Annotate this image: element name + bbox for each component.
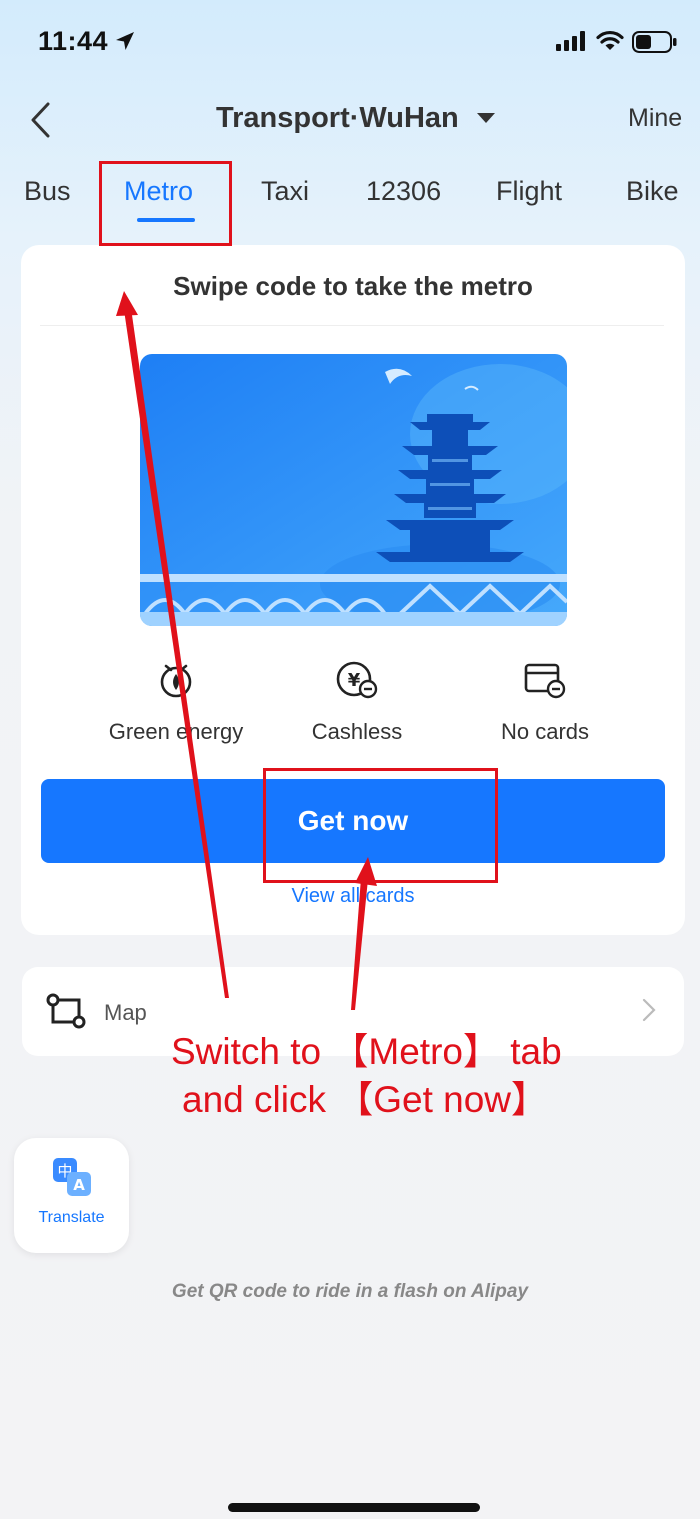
nav-bar: Transport·WuHan Mine xyxy=(0,90,700,150)
feature-no-cards: No cards xyxy=(455,655,635,745)
tab-bus[interactable]: Bus xyxy=(24,176,71,207)
view-all-cards-link[interactable]: View all cards xyxy=(21,885,685,908)
feature-cashless: ¥ Cashless xyxy=(267,655,447,745)
location-arrow-icon xyxy=(116,32,134,50)
status-bar: 11:44 xyxy=(0,0,700,84)
chevron-left-icon xyxy=(31,102,50,138)
tab-taxi[interactable]: Taxi xyxy=(261,176,309,207)
annotation-highlight-get-now xyxy=(263,768,498,883)
map-label: Map xyxy=(104,1000,147,1025)
svg-text:A: A xyxy=(73,1176,85,1194)
card-title: Swipe code to take the metro xyxy=(173,271,533,301)
feature-label: No cards xyxy=(500,719,590,744)
battery-icon xyxy=(632,31,677,53)
footer-tagline: Get QR code to ride in a flash on Alipay xyxy=(171,1281,529,1302)
tab-bike[interactable]: Bike xyxy=(626,176,679,207)
caret-down-icon[interactable] xyxy=(477,113,495,123)
city-selector-title[interactable]: Transport·WuHan xyxy=(216,102,459,135)
svg-text:¥: ¥ xyxy=(348,670,361,691)
tab-12306[interactable]: 12306 xyxy=(366,176,441,207)
yellow-crane-tower-illustration xyxy=(140,354,567,626)
translate-button[interactable]: 中 A Translate xyxy=(14,1138,129,1253)
feature-label: Cashless xyxy=(311,719,403,744)
annotation-highlight-metro-tab xyxy=(99,161,232,246)
card-icon xyxy=(524,663,566,699)
tab-flight[interactable]: Flight xyxy=(496,176,562,207)
card-divider xyxy=(40,325,664,326)
annotation-instruction-line1: Switch to 【Metro】 tab xyxy=(171,1031,562,1072)
translate-icon: 中 A xyxy=(53,1158,91,1196)
feature-green-energy: Green energy xyxy=(86,655,266,745)
translate-label: Translate xyxy=(38,1209,105,1226)
mine-link[interactable]: Mine xyxy=(628,104,682,133)
annotation-instruction-line2: and click 【Get now】 xyxy=(182,1079,549,1120)
cellular-signal-icon xyxy=(556,31,585,51)
feature-label: Green energy xyxy=(108,719,244,744)
back-button[interactable] xyxy=(22,98,58,142)
wifi-icon xyxy=(596,30,624,50)
metro-banner-image xyxy=(140,354,567,626)
home-indicator xyxy=(228,1503,480,1512)
chevron-right-icon xyxy=(642,998,656,1022)
yuan-coin-icon: ¥ xyxy=(336,661,378,699)
status-time: 11:44 xyxy=(38,26,109,56)
leaf-icon xyxy=(160,664,192,698)
route-map-icon xyxy=(46,993,86,1029)
